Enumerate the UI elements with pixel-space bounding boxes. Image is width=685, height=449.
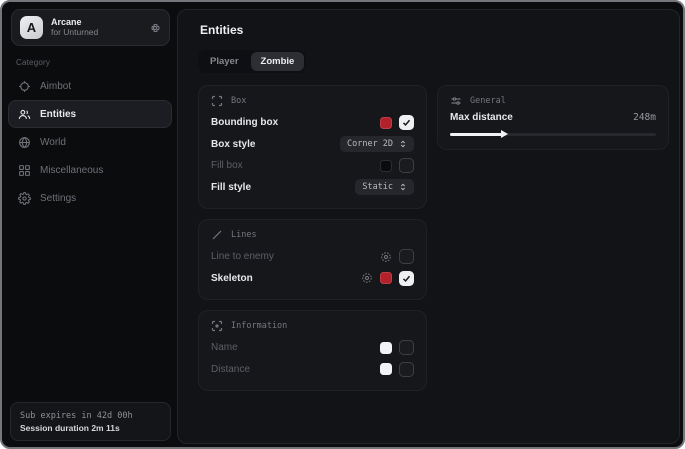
general-card-title: General (470, 96, 506, 106)
grid-icon (18, 164, 31, 177)
row-label: Fill box (211, 160, 243, 171)
gear-icon[interactable] (149, 22, 161, 34)
color-swatch[interactable] (380, 363, 392, 375)
color-swatch[interactable] (380, 160, 392, 172)
lines-card-title: Lines (231, 230, 257, 240)
tab-group: Player Zombie (198, 50, 306, 73)
checkbox-unchecked[interactable] (399, 362, 414, 377)
scan-eye-icon (211, 320, 223, 332)
setting-row-fill-box: Fill box (211, 155, 414, 177)
gear-icon[interactable] (380, 251, 392, 263)
setting-row-distance: Distance (211, 359, 414, 381)
sidebar-item-aimbot[interactable]: Aimbot (8, 72, 172, 100)
information-card-header: Information (211, 320, 414, 332)
information-card: Information Name Distance (198, 310, 427, 391)
sidebar-item-entities[interactable]: Entities (8, 100, 172, 128)
general-card: General Max distance 248m (437, 85, 669, 150)
main-panel: Entities Player Zombie Box (177, 9, 680, 444)
setting-row-skeleton: Skeleton (211, 268, 414, 290)
row-label: Fill style (211, 182, 251, 193)
setting-row-name: Name (211, 337, 414, 359)
checkbox-checked[interactable] (399, 115, 414, 130)
crosshair-icon (18, 80, 31, 93)
sliders-icon (450, 95, 462, 107)
setting-row-line-to-enemy: Line to enemy (211, 246, 414, 268)
sidebar-item-miscellaneous[interactable]: Miscellaneous (8, 156, 172, 184)
sidebar-item-label: Settings (40, 193, 76, 204)
select-value: Static (362, 182, 393, 192)
setting-row-box-style: Box style Corner 2D (211, 134, 414, 156)
sidebar-item-settings[interactable]: Settings (8, 184, 172, 212)
setting-row-fill-style: Fill style Static (211, 177, 414, 199)
fill-style-select[interactable]: Static (355, 179, 414, 195)
category-label: Category (16, 58, 50, 67)
lines-card-header: Lines (211, 229, 414, 241)
subscription-card: Sub expires in 42d 00h Session duration … (10, 402, 171, 441)
session-duration-text: Session duration 2m 11s (20, 423, 161, 433)
box-style-select[interactable]: Corner 2D (340, 136, 414, 152)
sub-expiry-text: Sub expires in 42d 00h (20, 411, 161, 421)
row-label: Name (211, 342, 238, 353)
tab-player[interactable]: Player (200, 52, 249, 71)
content-columns: Box Bounding box Box style (198, 85, 669, 391)
checkbox-unchecked[interactable] (399, 158, 414, 173)
users-icon (18, 108, 31, 121)
lines-card: Lines Line to enemy (198, 219, 427, 300)
box-card: Box Bounding box Box style (198, 85, 427, 209)
setting-row-bounding-box: Bounding box (211, 112, 414, 134)
slider-fill-handle[interactable] (450, 133, 501, 137)
sidebar-nav: Aimbot Entities World (8, 72, 172, 212)
globe-icon (18, 136, 31, 149)
information-card-title: Information (231, 321, 287, 331)
scan-icon (211, 95, 223, 107)
page-title: Entities (200, 23, 669, 37)
sidebar: A Arcane for Unturned Category A (2, 2, 177, 447)
app-subtitle: for Unturned (51, 28, 141, 38)
chevrons-up-down-icon (399, 139, 407, 149)
sidebar-item-world[interactable]: World (8, 128, 172, 156)
sidebar-item-label: Miscellaneous (40, 165, 103, 176)
color-swatch[interactable] (380, 272, 392, 284)
tab-zombie[interactable]: Zombie (251, 52, 305, 71)
slider-value: 248m (633, 112, 656, 123)
color-swatch[interactable] (380, 342, 392, 354)
row-label: Max distance (450, 112, 513, 123)
sidebar-item-label: World (40, 137, 66, 148)
sidebar-item-label: Entities (40, 109, 76, 120)
right-column: General Max distance 248m (437, 85, 669, 391)
row-label: Skeleton (211, 273, 253, 284)
row-label: Line to enemy (211, 251, 274, 262)
gear-icon[interactable] (361, 272, 373, 284)
box-card-title: Box (231, 96, 246, 106)
checkbox-checked[interactable] (399, 271, 414, 286)
slash-icon (211, 229, 223, 241)
app-logo: A (20, 16, 43, 39)
row-label: Distance (211, 364, 250, 375)
general-card-header: General (450, 95, 656, 107)
chevrons-up-down-icon (399, 182, 407, 192)
sidebar-item-label: Aimbot (40, 81, 71, 92)
checkbox-unchecked[interactable] (399, 249, 414, 264)
setting-row-max-distance: Max distance 248m (450, 112, 656, 123)
app-window: A Arcane for Unturned Category A (0, 0, 685, 449)
checkbox-unchecked[interactable] (399, 340, 414, 355)
box-card-header: Box (211, 95, 414, 107)
max-distance-slider[interactable] (450, 129, 656, 139)
row-label: Box style (211, 139, 255, 150)
row-label: Bounding box (211, 117, 278, 128)
select-value: Corner 2D (347, 139, 393, 149)
left-column: Box Bounding box Box style (198, 85, 427, 391)
app-meta: Arcane for Unturned (51, 17, 141, 37)
gear-icon (18, 192, 31, 205)
app-header-card: A Arcane for Unturned (11, 9, 170, 46)
color-swatch[interactable] (380, 117, 392, 129)
